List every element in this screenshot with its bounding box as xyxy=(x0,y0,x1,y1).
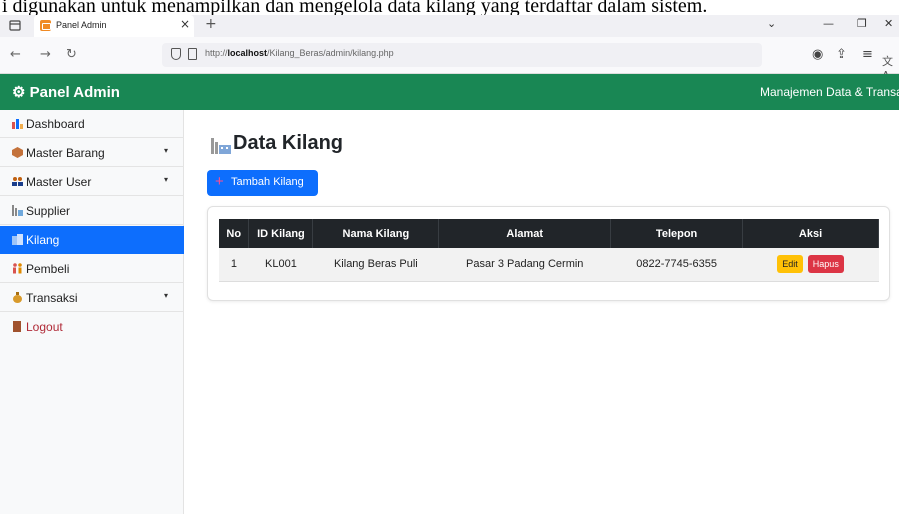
browser-nav-bar: ← → ↻ http://localhost/Kilang_Beras/admi… xyxy=(0,37,899,82)
sidebar: Dashboard Master Barang ▾ Master User ▾ … xyxy=(0,110,184,514)
page-title: Data Kilang xyxy=(233,132,344,154)
tab-list-icon[interactable] xyxy=(8,18,22,32)
money-bag-icon xyxy=(13,292,22,303)
reload-icon[interactable]: ↻ xyxy=(66,47,77,62)
restore-icon[interactable]: ❐ xyxy=(857,17,867,30)
sidebar-item-master-user[interactable]: Master User ▾ xyxy=(0,168,184,196)
column-header-telepon: Telepon xyxy=(610,219,744,248)
page-icon xyxy=(188,48,197,60)
cell-nama: Kilang Beras Puli xyxy=(312,248,439,282)
share-icon[interactable]: ⇪ xyxy=(836,47,847,62)
factory-icon xyxy=(211,138,231,154)
back-icon[interactable]: ← xyxy=(10,47,21,62)
browser-tab[interactable]: Panel Admin × xyxy=(34,15,194,37)
sidebar-item-transaksi[interactable]: Transaksi ▾ xyxy=(0,284,184,312)
plus-icon: + xyxy=(215,173,224,190)
shield-icon[interactable] xyxy=(171,48,181,60)
sidebar-item-kilang[interactable]: Kilang xyxy=(0,226,184,254)
delete-button[interactable]: Hapus xyxy=(807,255,844,274)
brand[interactable]: ⚙ Panel Admin xyxy=(12,83,120,101)
account-icon[interactable]: ◉ xyxy=(812,47,823,62)
box-icon xyxy=(12,147,23,158)
tab-close-icon[interactable]: × xyxy=(180,17,190,31)
column-header-alamat: Alamat xyxy=(438,219,612,248)
sidebar-item-logout[interactable]: Logout xyxy=(0,313,184,341)
cell-id: KL001 xyxy=(248,248,313,282)
add-kilang-button[interactable]: + Tambah Kilang xyxy=(207,170,318,196)
people-icon xyxy=(13,263,22,274)
cell-aksi: Edit Hapus xyxy=(742,248,879,282)
close-window-icon[interactable]: ✕ xyxy=(884,17,893,30)
users-icon xyxy=(12,177,23,186)
factory-icon xyxy=(12,205,23,216)
header-tagline: Manajemen Data & Transaksi xyxy=(760,85,899,99)
chevron-down-icon: ▾ xyxy=(164,175,169,184)
tab-title: Panel Admin xyxy=(56,20,107,30)
door-icon xyxy=(13,321,21,332)
chevron-down-icon: ▾ xyxy=(164,146,169,155)
browser-tab-bar: Panel Admin × + ⌄ — ❐ ✕ xyxy=(0,15,899,37)
gear-icon: ⚙ xyxy=(12,84,26,101)
column-header-id: ID Kilang xyxy=(248,219,314,248)
cell-telepon: 0822-7745-6355 xyxy=(610,248,743,282)
building-icon xyxy=(12,234,23,245)
minimize-icon[interactable]: — xyxy=(823,17,834,30)
forward-icon[interactable]: → xyxy=(40,47,51,62)
main-content: Data Kilang + Tambah Kilang No ID Kilang… xyxy=(185,110,899,514)
address-bar[interactable]: http://localhost/Kilang_Beras/admin/kila… xyxy=(162,43,893,82)
column-header-aksi: Aksi xyxy=(742,219,879,248)
column-header-nama: Nama Kilang xyxy=(312,219,440,248)
cell-no: 1 xyxy=(219,248,249,282)
column-header-no: No xyxy=(219,219,250,248)
bar-chart-icon xyxy=(12,119,23,129)
app-header: ⚙ Panel Admin Manajemen Data & Transaksi xyxy=(0,74,899,110)
tab-overflow-icon[interactable]: ⌄ xyxy=(767,17,776,30)
new-tab-icon[interactable]: + xyxy=(205,16,217,32)
table-card: No ID Kilang Nama Kilang Alamat Telepon … xyxy=(207,206,890,301)
cell-alamat: Pasar 3 Padang Cermin xyxy=(438,248,611,282)
sidebar-item-supplier[interactable]: Supplier xyxy=(0,197,184,225)
sidebar-item-dashboard[interactable]: Dashboard xyxy=(0,110,184,138)
chevron-down-icon: ▾ xyxy=(164,291,169,300)
menu-icon[interactable]: ≡ xyxy=(862,47,873,62)
edit-button[interactable]: Edit xyxy=(777,255,803,274)
sidebar-item-master-barang[interactable]: Master Barang ▾ xyxy=(0,139,184,167)
tab-favicon-icon xyxy=(40,20,51,31)
sidebar-item-pembeli[interactable]: Pembeli xyxy=(0,255,184,283)
url-text[interactable]: http://localhost/Kilang_Beras/admin/kila… xyxy=(205,48,394,58)
table-header-row: No ID Kilang Nama Kilang Alamat Telepon … xyxy=(219,219,879,248)
kilang-table: No ID Kilang Nama Kilang Alamat Telepon … xyxy=(219,219,879,282)
table-row: 1 KL001 Kilang Beras Puli Pasar 3 Padang… xyxy=(219,248,879,282)
